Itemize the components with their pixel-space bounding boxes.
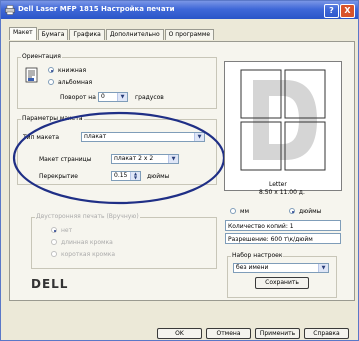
poster-preview <box>224 61 342 191</box>
apply-button[interactable]: Применить <box>255 328 300 339</box>
help-button[interactable]: Справка <box>304 328 349 339</box>
help-title-button[interactable]: ? <box>324 4 339 18</box>
portrait-page-icon <box>25 67 38 83</box>
duplex-group-title: Двусторонняя печать (Вручную) <box>35 213 140 220</box>
poster-preview-graphic <box>240 69 326 171</box>
landscape-label: альбомная <box>58 79 93 86</box>
rotate-unit-label: градусов <box>135 94 164 101</box>
resolution-info: Разрешение: 600 т\к/дюйм <box>225 233 341 244</box>
favorites-value: без имени <box>236 264 269 271</box>
portrait-radio[interactable] <box>48 67 54 73</box>
duplex-long-edge-label: длинная кромка <box>61 239 113 246</box>
unit-mm-radio[interactable] <box>230 208 236 214</box>
duplex-long-edge-radio[interactable] <box>51 239 57 245</box>
duplex-group <box>31 217 217 269</box>
cancel-button[interactable]: Отмена <box>206 328 251 339</box>
chevron-down-icon: ▼ <box>318 264 328 272</box>
favorites-title: Набор настроек <box>231 252 284 259</box>
rotate-input[interactable]: 0 ▼ <box>98 92 128 102</box>
favorites-select[interactable]: без имени ▼ <box>233 263 329 273</box>
tab-layout[interactable]: Макет <box>9 27 37 40</box>
duplex-short-edge-radio[interactable] <box>51 251 57 257</box>
printer-icon <box>5 5 15 15</box>
duplex-short-edge-label: короткая кромка <box>61 251 116 258</box>
copies-text: Количество копий: 1 <box>228 223 294 230</box>
tab-extras[interactable]: Дополнительно <box>105 29 164 40</box>
window-title: Dell Laser MFP 1815 Настройка печати <box>18 5 175 13</box>
orientation-group-title: Ориентация <box>21 53 62 60</box>
paper-name: Letter <box>269 181 287 188</box>
tab-graphics[interactable]: Графика <box>69 29 105 40</box>
annotation-ellipse <box>12 111 226 205</box>
portrait-label: книжная <box>58 67 87 74</box>
unit-mm-label: мм <box>240 208 250 215</box>
copies-info: Количество копий: 1 <box>225 220 341 231</box>
unit-inch-radio[interactable] <box>289 208 295 214</box>
tab-paper[interactable]: Бумага <box>37 29 69 40</box>
save-favorite-button[interactable]: Сохранить <box>255 277 309 289</box>
landscape-radio[interactable] <box>48 79 54 85</box>
duplex-none-radio[interactable] <box>51 227 57 233</box>
chevron-down-icon: ▼ <box>117 93 127 101</box>
tab-about[interactable]: О программе <box>164 29 215 40</box>
tab-strip: Макет Бумага Графика Дополнительно О про… <box>9 27 215 41</box>
title-bar[interactable]: Dell Laser MFP 1815 Настройка печати ? X <box>1 1 358 19</box>
duplex-none-label: нет <box>61 227 73 234</box>
unit-inch-label: дюймы <box>299 208 322 215</box>
paper-size: 8.50 x 11.00 д. <box>259 189 305 196</box>
rotate-value: 0 <box>101 93 105 100</box>
ok-button[interactable]: OK <box>157 328 202 339</box>
close-title-button[interactable]: X <box>340 4 355 18</box>
print-settings-dialog: Dell Laser MFP 1815 Настройка печати ? X… <box>0 0 359 341</box>
rotate-label: Поворот на <box>60 94 96 101</box>
resolution-text: Разрешение: 600 т\к/дюйм <box>228 236 313 243</box>
dell-logo: DELL <box>31 277 69 291</box>
